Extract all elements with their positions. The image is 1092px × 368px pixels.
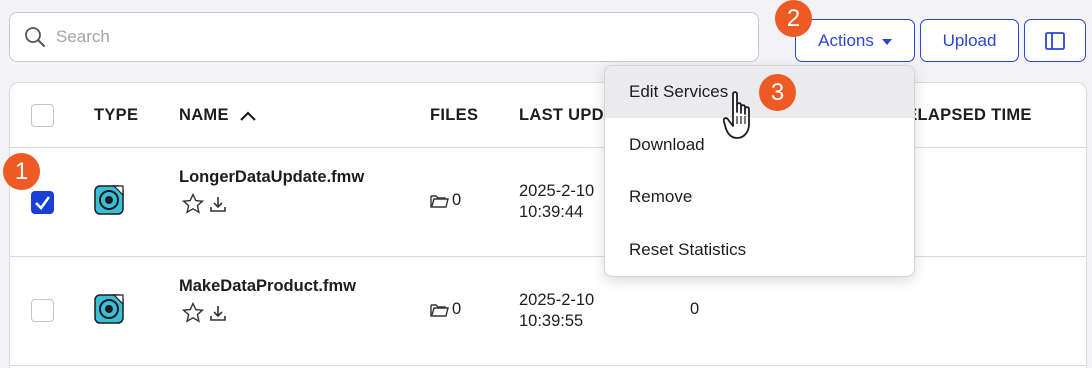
search-icon — [25, 27, 45, 47]
last-updated: 2025-2-10 10:39:44 — [519, 181, 594, 223]
last-updated-time: 10:39:44 — [519, 203, 584, 221]
callout-badge-1: 1 — [3, 153, 40, 190]
row-checkbox[interactable] — [31, 299, 54, 322]
column-header-name-label: NAME — [179, 106, 229, 124]
star-icon[interactable] — [182, 193, 204, 214]
actions-button[interactable]: Actions — [795, 19, 915, 62]
last-updated-date: 2025-2-10 — [519, 291, 595, 309]
row-action-icons — [182, 193, 228, 214]
row-action-icons — [182, 302, 228, 323]
row-checkbox[interactable] — [31, 191, 54, 214]
workspaces-table: TYPE NAME FILES LAST UPD E ELAPSED TIME … — [9, 82, 1087, 368]
row-divider — [10, 256, 1086, 257]
workspace-file-icon — [94, 185, 124, 215]
column-header-name[interactable]: NAME — [179, 106, 257, 125]
callout-badge-2: 2 — [775, 0, 812, 37]
actions-button-label: Actions — [818, 30, 874, 50]
files-count: 0 — [430, 300, 461, 319]
menu-item-reset-statistics[interactable]: Reset Statistics — [605, 224, 914, 276]
star-icon[interactable] — [182, 302, 204, 323]
upload-button[interactable]: Upload — [920, 19, 1019, 62]
files-count: 0 — [430, 191, 461, 210]
row-divider — [10, 365, 1086, 366]
files-count-value: 0 — [452, 191, 462, 209]
caret-down-icon — [881, 38, 892, 45]
menu-item-label: Reset Statistics — [629, 240, 747, 259]
search-bar[interactable] — [9, 12, 759, 62]
files-count-value: 0 — [452, 300, 462, 318]
run-count: 0 — [690, 300, 700, 318]
menu-item-label: Download — [629, 135, 705, 154]
column-header-files[interactable]: FILES — [430, 106, 478, 125]
sort-ascending-icon — [240, 110, 256, 121]
folder-icon — [430, 194, 449, 208]
download-icon[interactable] — [208, 303, 228, 323]
row-divider — [10, 147, 1086, 148]
column-header-last-updated[interactable]: LAST UPD — [519, 106, 604, 125]
download-icon[interactable] — [208, 194, 228, 214]
workspace-file-icon — [94, 294, 124, 324]
file-name[interactable]: MakeDataProduct.fmw — [179, 277, 356, 296]
callout-badge-3: 3 — [759, 74, 796, 111]
menu-item-remove[interactable]: Remove — [605, 171, 914, 223]
last-updated-time: 10:39:55 — [519, 312, 584, 330]
menu-item-label: Remove — [629, 187, 693, 206]
column-header-type[interactable]: TYPE — [94, 106, 138, 125]
menu-item-label: Edit Services — [629, 82, 729, 101]
file-name[interactable]: LongerDataUpdate.fmw — [179, 168, 364, 187]
select-all-checkbox[interactable] — [31, 104, 54, 127]
columns-toggle-button[interactable] — [1024, 19, 1086, 62]
upload-button-label: Upload — [942, 30, 997, 50]
last-updated-date: 2025-2-10 — [519, 182, 595, 200]
checkmark-icon — [35, 196, 51, 210]
columns-icon — [1045, 31, 1065, 50]
search-input[interactable] — [56, 13, 746, 61]
folder-icon — [430, 303, 449, 317]
hand-cursor-icon — [723, 91, 750, 139]
last-updated: 2025-2-10 10:39:55 — [519, 290, 594, 332]
